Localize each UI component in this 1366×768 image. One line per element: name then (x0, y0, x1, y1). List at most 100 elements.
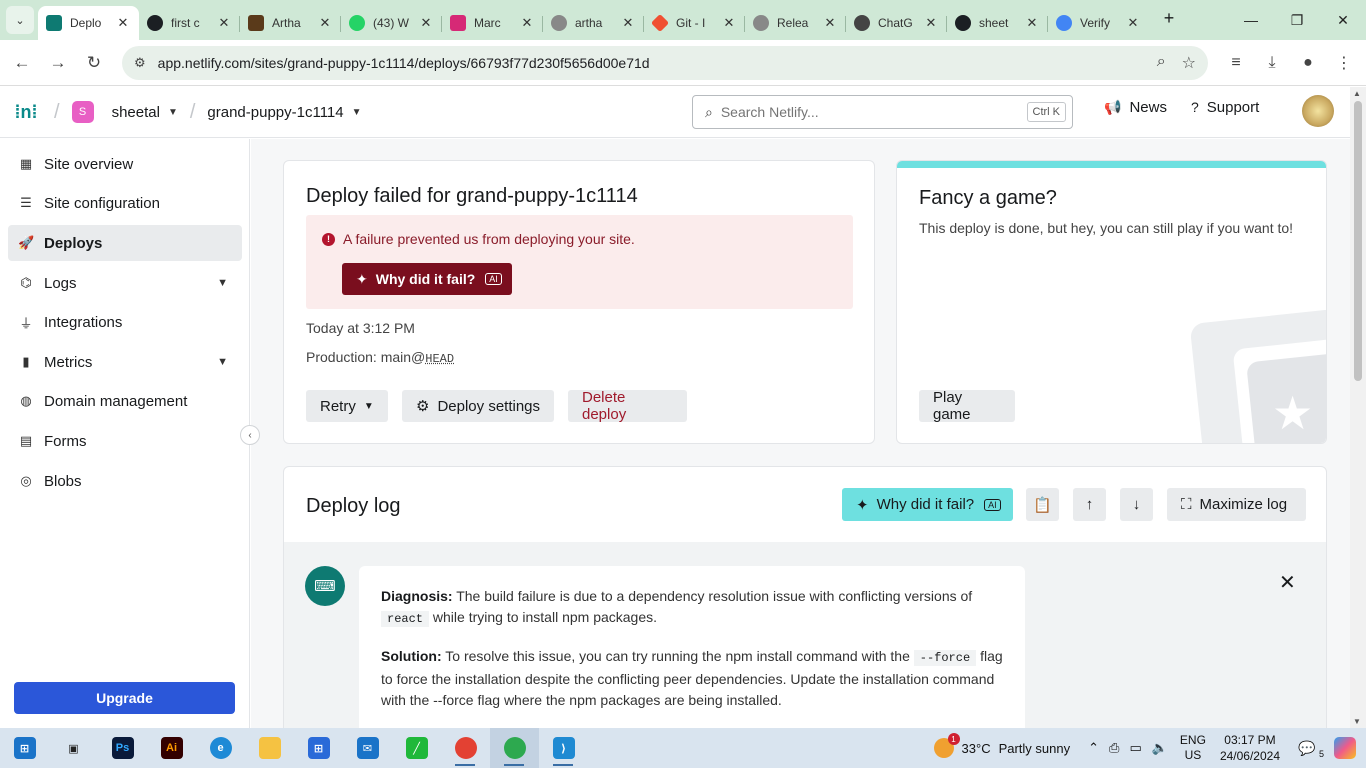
chrome-icon[interactable] (441, 728, 490, 768)
scrollbar-thumb[interactable] (1354, 101, 1362, 381)
close-icon[interactable]: ✕ (923, 15, 939, 31)
sidebar-item-deploys[interactable]: 🚀 Deploys (8, 225, 242, 261)
team-switcher[interactable]: S sheetal ▼ (71, 101, 178, 123)
scroll-to-bottom-button[interactable]: ↓ (1120, 488, 1153, 521)
copy-log-button[interactable]: 📋 (1026, 488, 1059, 521)
windows-start-icon[interactable]: ⊞ (0, 728, 49, 768)
close-icon[interactable]: ✕ (519, 15, 535, 31)
netlify-logo-icon[interactable]: ⁞n⁞ (10, 96, 42, 128)
sidebar-item-site-overview[interactable]: ▦ Site overview (8, 146, 242, 182)
sidebar-item-domain-management[interactable]: ◍ Domain management (8, 383, 242, 419)
weather-widget[interactable]: 1 33°C Partly sunny (933, 733, 1070, 758)
volume-icon[interactable]: 🔈 (1152, 740, 1168, 756)
browser-tab[interactable]: Git - I ✕ (644, 6, 745, 40)
browser-tab[interactable]: Marc ✕ (442, 6, 543, 40)
edge-icon[interactable]: e (196, 728, 245, 768)
browser-tab[interactable]: sheet ✕ (947, 6, 1048, 40)
close-icon[interactable]: ✕ (1024, 15, 1040, 31)
close-icon[interactable]: ✕ (418, 15, 434, 31)
photoshop-icon[interactable]: Ps (98, 728, 147, 768)
close-icon[interactable]: ✕ (1125, 15, 1141, 31)
browser-tab[interactable]: Relea ✕ (745, 6, 846, 40)
sidebar-item-metrics[interactable]: ▮ Metrics ▼ (8, 344, 242, 380)
sidebar-item-integrations[interactable]: ⏚ Integrations (8, 304, 242, 340)
task-view-icon[interactable]: ▣ (49, 728, 98, 768)
browser-tab[interactable]: first c ✕ (139, 6, 240, 40)
language-indicator[interactable]: ENG US (1180, 733, 1206, 763)
browser-tab[interactable]: (43) W ✕ (341, 6, 442, 40)
close-icon[interactable]: ✕ (317, 15, 333, 31)
sidebar-item-forms[interactable]: ▤ Forms (8, 423, 242, 459)
sidebar-item-blobs[interactable]: ◎ Blobs (8, 463, 242, 499)
user-avatar[interactable] (1302, 95, 1334, 127)
bookmark-star-icon[interactable]: ☆ (1182, 53, 1196, 73)
close-icon[interactable]: ✕ (115, 15, 131, 31)
tab-title: Deplo (70, 16, 102, 30)
browser-tab[interactable]: Deplo ✕ (38, 6, 139, 40)
download-icon[interactable]: ⤓ (1258, 46, 1286, 80)
news-link[interactable]: 📢 News (1104, 99, 1167, 116)
page-scrollbar[interactable]: ▲ ▼ (1350, 87, 1366, 728)
chevron-up-icon[interactable]: ⌃ (1088, 740, 1099, 756)
close-icon[interactable]: ✕ (216, 15, 232, 31)
reload-button[interactable]: ↻ (76, 45, 112, 81)
vscode-icon[interactable]: ⟩ (539, 728, 588, 768)
notification-count: 5 (1318, 748, 1324, 759)
scroll-down-arrow-icon[interactable]: ▼ (1353, 717, 1361, 726)
close-icon[interactable]: ✕ (822, 15, 838, 31)
search-input[interactable] (720, 104, 1011, 120)
store-icon[interactable]: ⊞ (294, 728, 343, 768)
card-accent-bar (897, 161, 1326, 168)
tab-search-button[interactable]: ⌄ (6, 6, 34, 34)
url-text[interactable]: app.netlify.com/sites/grand-puppy-1c1114… (158, 55, 650, 71)
new-tab-button[interactable]: + (1155, 4, 1183, 32)
maximize-log-button[interactable]: ⛶ Maximize log (1167, 488, 1306, 521)
why-did-it-fail-log-button[interactable]: ✦ Why did it fail? AI (842, 488, 1013, 550)
close-diagnosis-button[interactable]: ✕ (1279, 570, 1296, 595)
file-explorer-icon[interactable] (245, 728, 294, 768)
close-icon[interactable]: ✕ (620, 15, 636, 31)
url-bar[interactable]: ⚙ app.netlify.com/sites/grand-puppy-1c11… (122, 46, 1208, 80)
app-icon[interactable]: ╱ (392, 728, 441, 768)
network-icon[interactable]: ▭ (1129, 740, 1141, 756)
site-switcher[interactable]: grand-puppy-1c1114 ▼ (207, 104, 361, 121)
sidebar-item-logs[interactable]: ⌬ Logs ▼ (8, 265, 242, 301)
browser-tab[interactable]: Artha ✕ (240, 6, 341, 40)
support-link[interactable]: ? Support (1191, 99, 1259, 116)
chrome-active-icon[interactable] (490, 728, 539, 768)
zoom-icon[interactable]: ⌕ (1157, 53, 1166, 73)
upgrade-button[interactable]: Upgrade (14, 682, 235, 714)
region-code: US (1184, 748, 1202, 762)
close-window-button[interactable]: ✕ (1320, 0, 1366, 40)
sidebar-item-site-configuration[interactable]: ☰ Site configuration (8, 185, 242, 221)
play-game-button[interactable]: Play game (919, 389, 1015, 423)
retry-button[interactable]: Retry ▼ (306, 390, 388, 422)
delete-deploy-button[interactable]: Delete deploy (568, 389, 687, 423)
collapse-sidebar-button[interactable]: ‹ (240, 425, 260, 445)
browser-tab[interactable]: artha ✕ (543, 6, 644, 40)
browser-tab[interactable]: Verify ✕ (1048, 6, 1149, 40)
illustrator-icon[interactable]: Ai (147, 728, 196, 768)
media-control-icon[interactable]: ≡ (1222, 46, 1250, 80)
search-box[interactable]: ⌕ Ctrl K (692, 95, 1073, 129)
browser-tab[interactable]: ChatG ✕ (846, 6, 947, 40)
deploy-settings-button[interactable]: ⚙ Deploy settings (402, 390, 554, 422)
deploy-summary-card: Deploy failed for grand-puppy-1c1114 ! A… (283, 160, 875, 444)
scroll-up-arrow-icon[interactable]: ▲ (1353, 89, 1361, 98)
notification-center-icon[interactable]: 💬 5 (1298, 740, 1328, 759)
mail-icon[interactable]: ✉ (343, 728, 392, 768)
forward-button[interactable]: → (40, 45, 76, 81)
commit-link[interactable]: HEAD (425, 352, 454, 366)
clock[interactable]: 03:17 PM 24/06/2024 (1220, 732, 1280, 764)
browser-menu-icon[interactable]: ⋮ (1330, 46, 1358, 80)
minimize-button[interactable]: — (1228, 0, 1274, 40)
scroll-to-top-button[interactable]: ↑ (1073, 488, 1106, 521)
camera-icon[interactable]: ⎙ (1109, 740, 1119, 756)
restore-button[interactable]: ❐ (1274, 0, 1320, 40)
profile-icon[interactable]: ● (1294, 46, 1322, 80)
why-did-it-fail-button[interactable]: ✦ Why did it fail? AI (342, 263, 512, 295)
close-icon[interactable]: ✕ (721, 15, 737, 31)
site-info-icon[interactable]: ⚙ (134, 55, 146, 71)
back-button[interactable]: ← (4, 45, 40, 81)
copilot-icon[interactable] (1334, 737, 1356, 759)
